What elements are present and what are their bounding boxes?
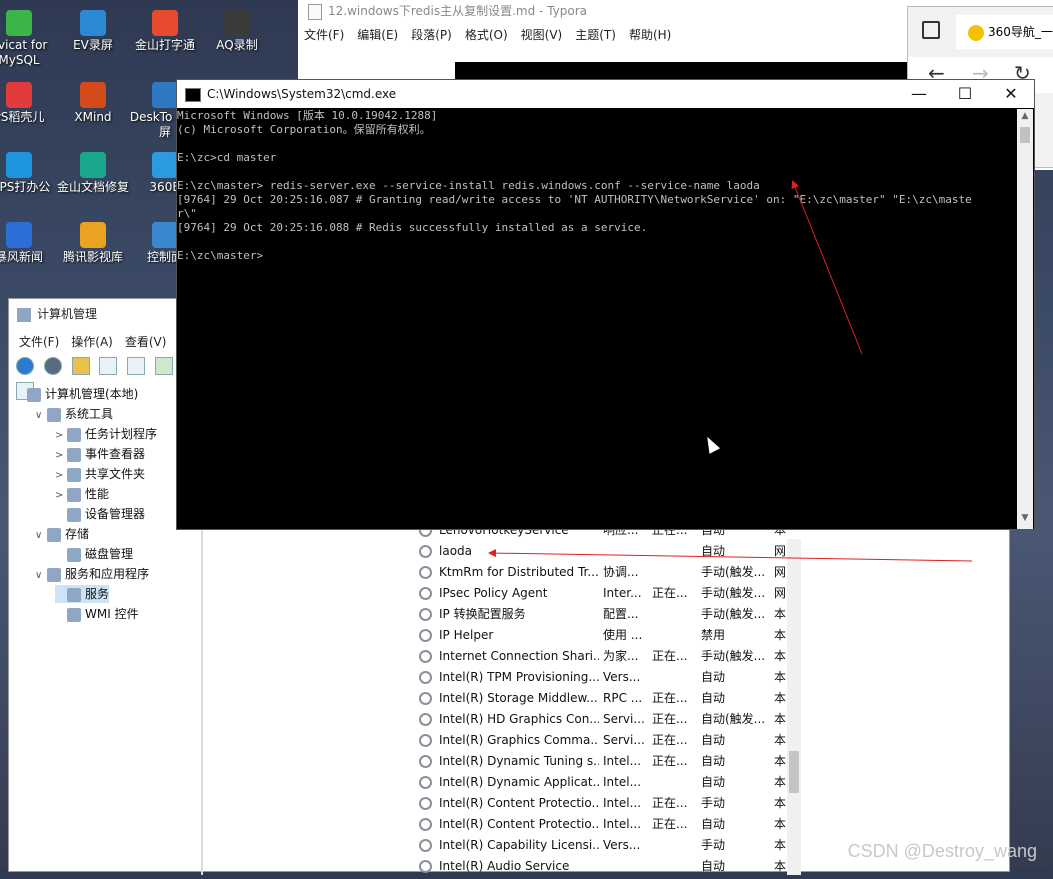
annotation-arrow-cmd (791, 180, 863, 355)
watermark: CSDN @Destroy_wang (847, 841, 1037, 861)
annotation-arrow-service (488, 549, 973, 562)
annotation-overlay (488, 180, 973, 562)
